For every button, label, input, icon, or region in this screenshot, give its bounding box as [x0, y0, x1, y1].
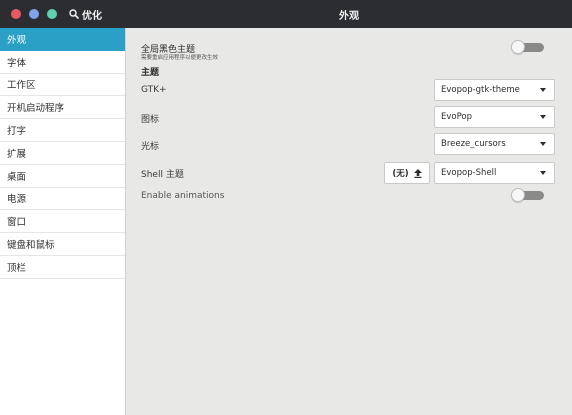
icon-theme-label: 图标 [141, 115, 160, 125]
gtk-theme-value: Evopop-gtk-theme [441, 85, 520, 95]
title-bar: 优化 外观 [0, 0, 572, 28]
sidebar-item-label: 字体 [7, 57, 27, 69]
gtk-theme-dropdown[interactable]: Evopop-gtk-theme [434, 79, 555, 101]
sidebar-item-label: 键盘和鼠标 [7, 240, 55, 252]
cursor-theme-label: 光标 [141, 142, 160, 152]
sidebar-item-label: 顶栏 [7, 262, 27, 274]
sidebar-item-label: 桌面 [7, 171, 27, 183]
shell-reset-label: (无) [392, 169, 409, 179]
shell-theme-reset-button[interactable]: (无) [384, 162, 430, 184]
dark-theme-sublabel: 需要重启应用程序以便更改生效 [141, 55, 219, 61]
sidebar-item-fonts[interactable]: 字体 [0, 51, 125, 74]
shell-theme-label: Shell 主题 [141, 170, 184, 180]
themes-section-heading: 主题 [141, 68, 160, 78]
sidebar-item-label: 外观 [7, 34, 27, 46]
sidebar-item-workspaces[interactable]: 工作区 [0, 74, 125, 97]
maximize-window-button[interactable] [47, 9, 57, 19]
chevron-down-icon [540, 171, 546, 175]
search-label: 优化 [82, 10, 102, 22]
search-icon [69, 9, 79, 19]
sidebar-item-desktop[interactable]: 桌面 [0, 165, 125, 188]
minimize-window-button[interactable] [29, 9, 39, 19]
switch-knob [511, 188, 525, 202]
shell-theme-dropdown[interactable]: Evopop-Shell [434, 162, 555, 184]
shell-theme-value: Evopop-Shell [441, 168, 497, 178]
sidebar-item-windows[interactable]: 窗口 [0, 210, 125, 234]
gtk-theme-label: GTK+ [141, 85, 167, 95]
chevron-down-icon [540, 115, 546, 119]
sidebar-item-label: 打字 [7, 126, 27, 138]
sidebar-item-keyboard-mouse[interactable]: 键盘和鼠标 [0, 233, 125, 256]
switch-knob [511, 40, 525, 54]
sidebar-item-label: 扩展 [7, 148, 27, 160]
sidebar-item-appearance[interactable]: 外观 [0, 28, 125, 51]
window-title: 外观 [339, 10, 359, 22]
close-window-button[interactable] [11, 9, 21, 19]
sidebar: 外观 字体 工作区 开机启动程序 打字 扩展 桌面 电源 窗口 键盘和鼠标 顶栏 [0, 28, 126, 415]
dark-theme-switch[interactable] [511, 40, 544, 54]
animations-label: Enable animations [141, 191, 225, 201]
sidebar-item-top-bar[interactable]: 顶栏 [0, 256, 125, 279]
sidebar-item-label: 电源 [7, 194, 27, 206]
sidebar-item-label: 开机启动程序 [7, 103, 65, 115]
sidebar-item-extensions[interactable]: 扩展 [0, 142, 125, 165]
upload-icon [413, 168, 422, 178]
cursor-theme-dropdown[interactable]: Breeze_cursors [434, 133, 555, 155]
sidebar-item-typing[interactable]: 打字 [0, 119, 125, 142]
animations-switch[interactable] [511, 188, 544, 202]
chevron-down-icon [540, 142, 546, 146]
icon-theme-value: EvoPop [441, 112, 473, 122]
search-button[interactable]: 优化 [69, 6, 102, 22]
chevron-down-icon [540, 88, 546, 92]
tweak-tool-window: 优化 外观 外观 字体 工作区 开机启动程序 打字 扩展 桌面 电源 窗口 键盘… [0, 0, 572, 415]
sidebar-item-power[interactable]: 电源 [0, 188, 125, 211]
icon-theme-dropdown[interactable]: EvoPop [434, 106, 555, 128]
cursor-theme-value: Breeze_cursors [441, 139, 506, 149]
sidebar-item-startup-apps[interactable]: 开机启动程序 [0, 96, 125, 120]
sidebar-item-label: 窗口 [7, 217, 27, 229]
sidebar-item-label: 工作区 [7, 80, 36, 92]
appearance-panel: 全局黑色主题 需要重启应用程序以便更改生效 主题 GTK+ Evopop-gtk… [127, 28, 572, 415]
